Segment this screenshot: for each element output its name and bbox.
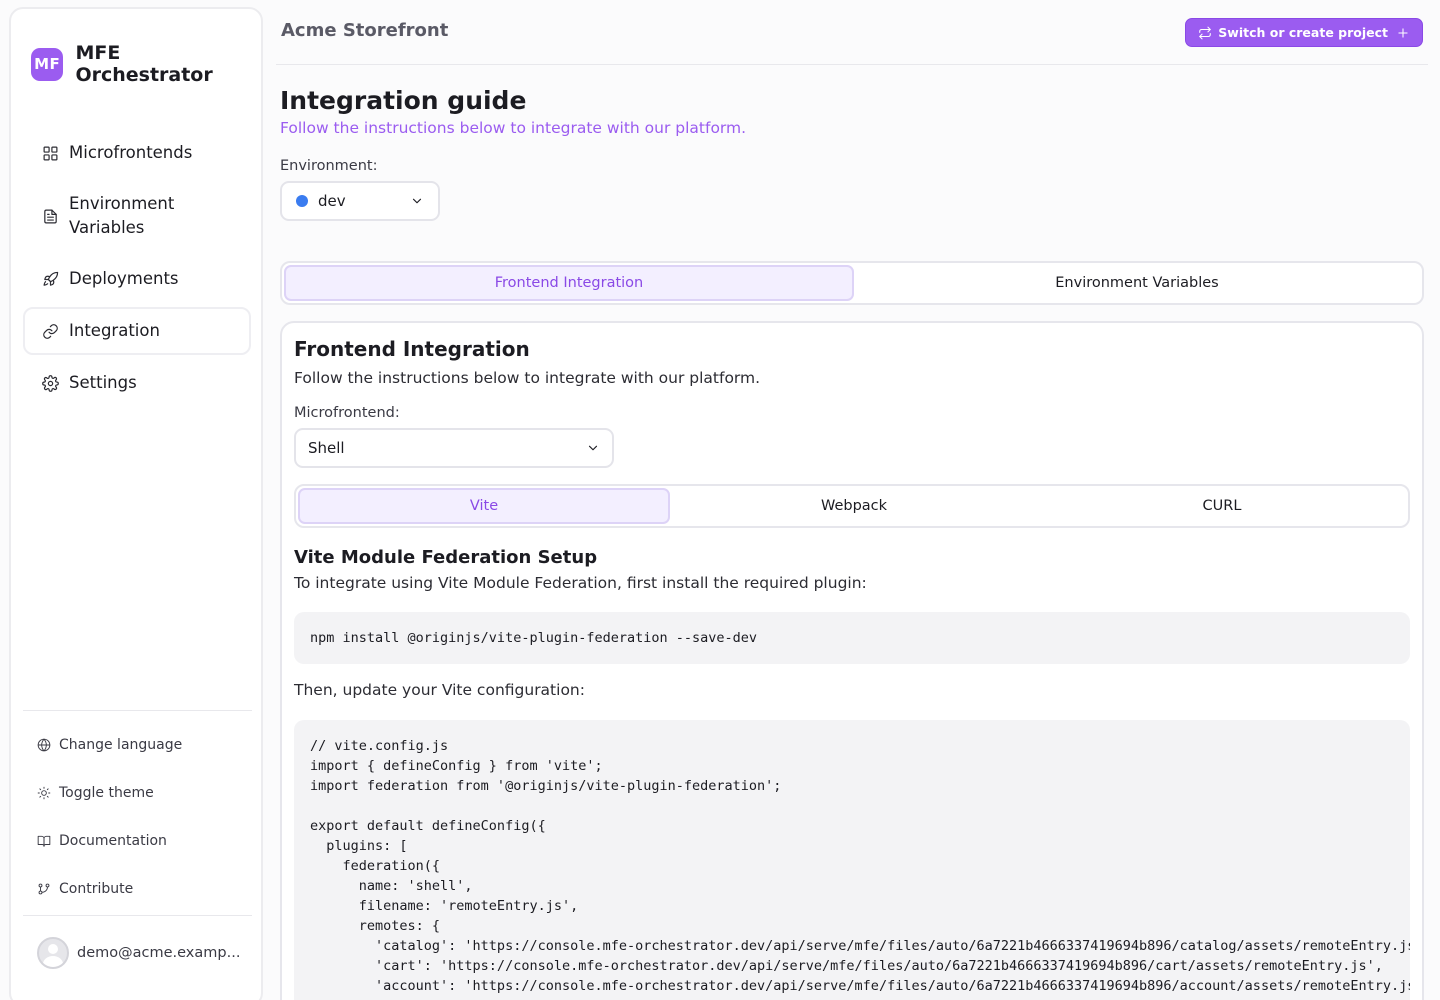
- app-name: MFE Orchestrator: [75, 42, 213, 86]
- contribute-label: Contribute: [59, 881, 134, 897]
- sun-icon: [37, 786, 51, 800]
- bundler-tabs: Vite Webpack CURL: [294, 484, 1410, 528]
- brand[interactable]: MF MFE Orchestrator: [31, 42, 261, 86]
- page-title: Integration guide: [280, 86, 527, 115]
- sidebar: MF MFE Orchestrator Microfrontends Envir…: [9, 7, 263, 1000]
- microfrontend-value: Shell: [308, 439, 345, 457]
- sidebar-item-label: Settings: [69, 373, 137, 392]
- environment-status-dot: [296, 195, 308, 207]
- contribute-link[interactable]: Contribute: [23, 865, 251, 913]
- setup-description: To integrate using Vite Module Federatio…: [294, 574, 867, 592]
- sidebar-item-environment-variables[interactable]: Environment Variables: [23, 181, 251, 251]
- microfrontend-select[interactable]: Shell: [294, 428, 614, 468]
- card-description: Follow the instructions below to integra…: [294, 369, 761, 387]
- tab-environment-variables[interactable]: Environment Variables: [854, 265, 1420, 301]
- sidebar-item-settings[interactable]: Settings: [23, 359, 251, 407]
- card-title: Frontend Integration: [294, 337, 530, 361]
- file-text-icon: [41, 207, 59, 225]
- sidebar-nav: Microfrontends Environment Variables Dep…: [23, 129, 251, 411]
- app-logo: MF: [31, 47, 64, 81]
- book-icon: [37, 835, 51, 847]
- link-icon: [41, 322, 59, 340]
- chevron-down-icon: [586, 441, 600, 455]
- rocket-icon: [41, 270, 59, 288]
- toggle-theme-label: Toggle theme: [59, 785, 154, 801]
- chevron-down-icon: [410, 194, 424, 208]
- documentation-link[interactable]: Documentation: [23, 817, 251, 865]
- sidebar-item-integration[interactable]: Integration: [23, 307, 251, 355]
- grid-icon: [41, 144, 59, 162]
- sidebar-item-deployments[interactable]: Deployments: [23, 255, 251, 303]
- config-instruction: Then, update your Vite configuration:: [294, 681, 585, 699]
- microfrontend-label: Microfrontend:: [294, 405, 400, 421]
- switch-icon: [1199, 26, 1212, 39]
- sidebar-item-label: Deployments: [69, 269, 179, 288]
- topbar: Acme Storefront Switch or create project: [276, 0, 1428, 65]
- environment-label: Environment:: [280, 158, 378, 174]
- integration-tabs: Frontend Integration Environment Variabl…: [280, 261, 1424, 305]
- sidebar-footer: Change language Toggle theme Documentati…: [23, 721, 251, 913]
- sidebar-item-label: Environment Variables: [69, 194, 175, 237]
- tab-vite[interactable]: Vite: [298, 488, 670, 524]
- gear-icon: [41, 374, 59, 392]
- avatar: [37, 937, 69, 969]
- page-subtitle: Follow the instructions below to integra…: [280, 119, 747, 137]
- user-menu[interactable]: demo@acme.examp...: [37, 937, 240, 969]
- switch-project-button[interactable]: Switch or create project: [1185, 18, 1423, 47]
- vite-config-code[interactable]: // vite.config.js import { defineConfig …: [294, 720, 1410, 1000]
- tab-curl[interactable]: CURL: [1038, 488, 1406, 524]
- toggle-theme-button[interactable]: Toggle theme: [23, 769, 251, 817]
- frontend-integration-card: Frontend Integration Follow the instruct…: [280, 321, 1424, 1000]
- sidebar-item-label: Integration: [69, 321, 160, 340]
- tab-webpack[interactable]: Webpack: [670, 488, 1038, 524]
- plus-icon: [1398, 27, 1408, 38]
- change-language-button[interactable]: Change language: [23, 721, 251, 769]
- switch-project-label: Switch or create project: [1218, 25, 1388, 40]
- sidebar-item-label: Microfrontends: [69, 143, 193, 162]
- git-branch-icon: [38, 883, 50, 895]
- user-email: demo@acme.examp...: [77, 945, 241, 961]
- environment-select[interactable]: dev: [280, 181, 440, 221]
- project-name: Acme Storefront: [281, 20, 449, 41]
- environment-value: dev: [318, 192, 346, 210]
- tab-frontend-integration[interactable]: Frontend Integration: [284, 265, 854, 301]
- sidebar-divider: [23, 710, 252, 711]
- setup-title: Vite Module Federation Setup: [294, 547, 598, 568]
- change-language-label: Change language: [59, 737, 183, 753]
- globe-icon: [37, 738, 51, 752]
- sidebar-item-microfrontends[interactable]: Microfrontends: [23, 129, 251, 177]
- documentation-label: Documentation: [59, 833, 167, 849]
- install-command-code[interactable]: npm install @originjs/vite-plugin-federa…: [294, 612, 1410, 664]
- sidebar-divider: [23, 915, 252, 916]
